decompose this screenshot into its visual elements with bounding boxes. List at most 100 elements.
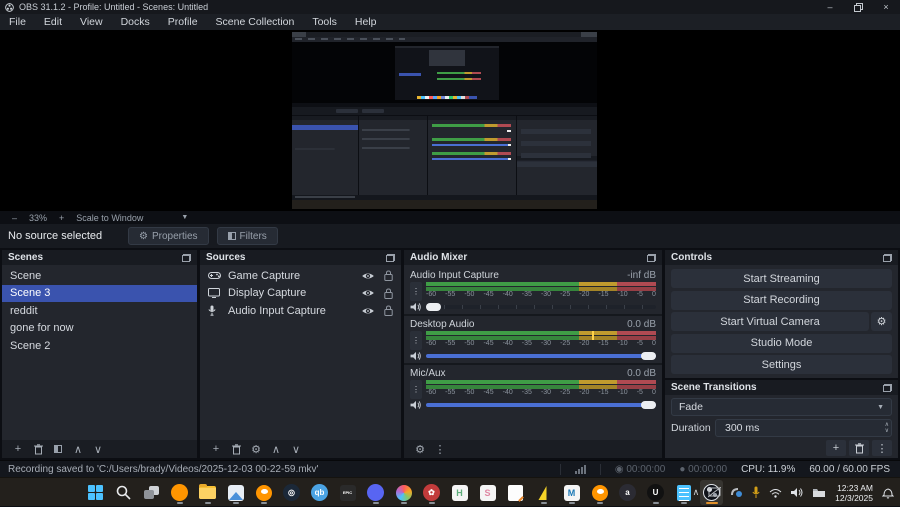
scale-mode-label[interactable]: Scale to Window bbox=[76, 213, 143, 223]
popout-icon[interactable] bbox=[883, 383, 892, 392]
notes-icon[interactable] bbox=[504, 480, 527, 505]
krita-icon[interactable]: ✿ bbox=[420, 480, 443, 505]
taskbar-clock[interactable]: 12:23 AM 12/3/2025 bbox=[835, 483, 873, 503]
menu-item-profile[interactable]: Profile bbox=[159, 14, 207, 30]
menu-item-docks[interactable]: Docks bbox=[112, 14, 159, 30]
tray-chevron-icon[interactable]: ∧ bbox=[693, 487, 700, 498]
scale-mode-caret-icon[interactable]: ▼ bbox=[181, 214, 188, 221]
visibility-eye-icon[interactable] bbox=[361, 288, 375, 298]
remove-scene-button[interactable] bbox=[28, 440, 48, 458]
zoom-out-button[interactable]: – bbox=[12, 213, 17, 223]
scene-list-item[interactable]: reddit bbox=[2, 302, 197, 320]
mixer-menu-button[interactable]: ⋮ bbox=[430, 440, 450, 458]
audacity-icon[interactable]: a bbox=[616, 480, 639, 505]
volume-slider-handle[interactable] bbox=[426, 303, 441, 311]
virtual-camera-config-button[interactable]: ⚙ bbox=[871, 312, 892, 331]
volume-slider-track[interactable] bbox=[426, 305, 656, 309]
remove-transition-button[interactable] bbox=[849, 440, 869, 456]
volume-slider-handle[interactable] bbox=[641, 401, 656, 409]
volume-slider-track[interactable] bbox=[426, 403, 656, 407]
minimize-button[interactable]: – bbox=[816, 0, 844, 14]
popout-icon[interactable] bbox=[647, 253, 656, 262]
steam-icon[interactable]: ◎ bbox=[280, 480, 303, 505]
source-list-item[interactable]: Game Capture bbox=[200, 267, 401, 285]
menu-item-edit[interactable]: Edit bbox=[35, 14, 71, 30]
unreal-engine-icon[interactable]: U bbox=[644, 480, 667, 505]
speaker-icon[interactable] bbox=[410, 302, 422, 312]
volume-slider-handle[interactable] bbox=[641, 352, 656, 360]
transition-select[interactable]: Fade ▼ bbox=[671, 398, 892, 416]
wifi-icon[interactable] bbox=[769, 488, 782, 498]
start-streaming-button[interactable]: Start Streaming bbox=[671, 269, 892, 288]
add-source-button[interactable]: + bbox=[206, 440, 226, 458]
menu-item-file[interactable]: File bbox=[0, 14, 35, 30]
speaker-icon[interactable] bbox=[410, 351, 422, 361]
lock-icon[interactable] bbox=[384, 270, 393, 282]
start-recording-button[interactable]: Start Recording bbox=[671, 290, 892, 310]
studio-mode-button[interactable]: Studio Mode bbox=[671, 333, 892, 353]
preview-canvas[interactable] bbox=[0, 30, 900, 211]
popout-icon[interactable] bbox=[182, 253, 191, 262]
volume-slider[interactable] bbox=[426, 301, 656, 313]
scene-list-item[interactable]: Scene 3 bbox=[2, 284, 197, 302]
scene-list-item[interactable]: Scene 2 bbox=[2, 337, 197, 355]
source-list-item[interactable]: Audio Input Capture bbox=[200, 302, 401, 320]
visibility-eye-icon[interactable] bbox=[361, 306, 375, 316]
add-transition-button[interactable]: + bbox=[826, 440, 846, 456]
maya-icon[interactable]: M bbox=[560, 480, 583, 505]
mixer-kebab-button[interactable]: ⋮ bbox=[410, 380, 422, 399]
photos-icon[interactable] bbox=[224, 480, 247, 505]
popout-icon[interactable] bbox=[883, 253, 892, 262]
folder-tray-icon[interactable] bbox=[812, 487, 826, 498]
pointer-device-icon[interactable] bbox=[730, 487, 743, 498]
spinbox-arrows[interactable]: ∧ ∨ bbox=[885, 422, 889, 434]
properties-button[interactable]: ⚙ Properties bbox=[128, 227, 209, 245]
volume-slider[interactable] bbox=[426, 350, 656, 362]
zoom-in-button[interactable]: + bbox=[59, 213, 64, 223]
lightning-app-icon[interactable] bbox=[532, 480, 555, 505]
firefox-icon[interactable] bbox=[168, 480, 191, 505]
menu-item-scene-collection[interactable]: Scene Collection bbox=[207, 14, 304, 30]
s-app-icon[interactable]: S bbox=[476, 480, 499, 505]
move-source-up-button[interactable]: ∧ bbox=[266, 440, 286, 458]
gold-mic-icon[interactable] bbox=[752, 486, 760, 499]
blender-icon-2[interactable] bbox=[588, 480, 611, 505]
task-view-icon[interactable] bbox=[140, 480, 163, 505]
transition-properties-button[interactable]: ⋮ bbox=[872, 440, 892, 456]
volume-icon[interactable] bbox=[791, 487, 803, 498]
mixer-kebab-button[interactable]: ⋮ bbox=[410, 331, 422, 350]
discord-icon[interactable] bbox=[364, 480, 387, 505]
popout-icon[interactable] bbox=[386, 253, 395, 262]
settings-button[interactable]: Settings bbox=[671, 355, 892, 374]
scene-filters-button[interactable] bbox=[48, 440, 68, 458]
source-properties-button[interactable]: ⚙ bbox=[246, 440, 266, 458]
menu-item-help[interactable]: Help bbox=[346, 14, 386, 30]
visibility-eye-icon[interactable] bbox=[361, 271, 375, 281]
lock-icon[interactable] bbox=[384, 288, 393, 299]
restore-button[interactable] bbox=[844, 0, 872, 14]
cast-disabled-icon[interactable] bbox=[708, 487, 722, 498]
source-list-item[interactable]: Display Capture bbox=[200, 285, 401, 303]
scene-list-item[interactable]: gone for now bbox=[2, 320, 197, 338]
add-scene-button[interactable]: + bbox=[8, 440, 28, 458]
duration-spinbox[interactable]: 300 ms ∧ ∨ bbox=[715, 419, 892, 437]
file-explorer-icon[interactable] bbox=[196, 480, 219, 505]
search-icon[interactable] bbox=[112, 480, 135, 505]
menu-item-view[interactable]: View bbox=[71, 14, 112, 30]
davinci-resolve-icon[interactable] bbox=[392, 480, 415, 505]
volume-slider-track[interactable] bbox=[426, 354, 656, 358]
blender-icon[interactable] bbox=[252, 480, 275, 505]
move-scene-up-button[interactable]: ∧ bbox=[68, 440, 88, 458]
mixer-kebab-button[interactable]: ⋮ bbox=[410, 282, 422, 301]
scene-list-item[interactable]: Scene bbox=[2, 267, 197, 285]
lock-icon[interactable] bbox=[384, 305, 393, 317]
close-button[interactable]: × bbox=[872, 0, 900, 14]
filters-button[interactable]: Filters bbox=[216, 227, 278, 245]
notepad-icon[interactable] bbox=[672, 480, 695, 505]
move-source-down-button[interactable]: ∨ bbox=[286, 440, 306, 458]
start-virtual-camera-button[interactable]: Start Virtual Camera bbox=[671, 312, 869, 331]
move-scene-down-button[interactable]: ∨ bbox=[88, 440, 108, 458]
speaker-icon[interactable] bbox=[410, 400, 422, 410]
spin-down-icon[interactable]: ∨ bbox=[885, 428, 889, 434]
menu-item-tools[interactable]: Tools bbox=[303, 14, 346, 30]
